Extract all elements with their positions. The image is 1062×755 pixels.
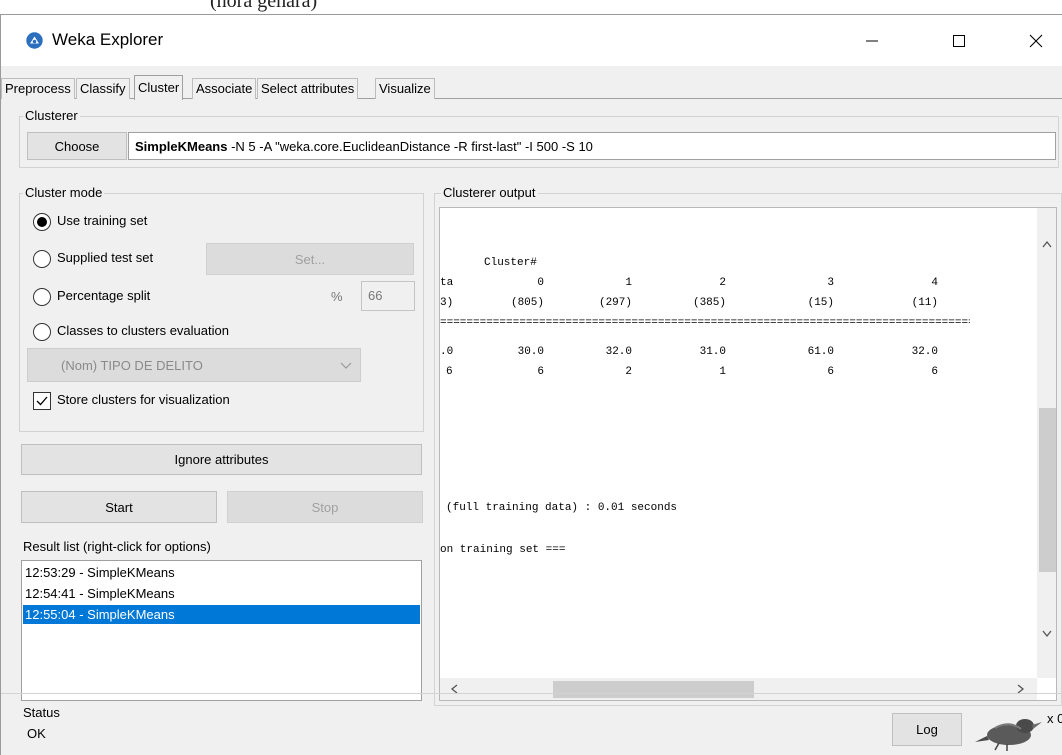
clusterer-config-text: SimpleKMeans -N 5 -A "weka.core.Euclidea… [135, 139, 593, 154]
cluster-mode-group-label: Cluster mode [23, 185, 105, 200]
result-list[interactable]: 12:53:29 - SimpleKMeans 12:54:41 - Simpl… [21, 560, 422, 701]
close-button[interactable] [1013, 15, 1059, 66]
row-label-size: 3) [440, 297, 454, 309]
cluster-value: 6 [827, 366, 834, 378]
cluster-value: 31.0 [699, 346, 726, 358]
caption-text: (hora gehara) [210, 0, 318, 12]
result-list-label: Result list (right-click for options) [23, 539, 211, 554]
cluster-size: (11) [911, 297, 938, 309]
status-divider [1, 693, 1062, 694]
result-item[interactable]: 12:53:29 - SimpleKMeans [23, 563, 420, 582]
minimize-button[interactable] [849, 15, 895, 66]
cluster-id: 4 [931, 277, 938, 289]
radio-supplied-test-set[interactable] [33, 250, 51, 268]
store-clusters-checkbox[interactable] [33, 392, 51, 410]
row-value-label: 6 [446, 366, 453, 378]
horizontal-scroll-thumb[interactable] [553, 681, 754, 698]
label-percentage-split: Percentage split [57, 288, 151, 303]
horizontal-scrollbar[interactable] [440, 678, 1037, 700]
tab-classify[interactable]: Classify [76, 78, 130, 99]
minimize-icon [866, 40, 878, 41]
label-supplied-test-set: Supplied test set [57, 250, 154, 265]
cluster-value: 32.0 [605, 346, 632, 358]
tab-preprocess[interactable]: Preprocess [1, 78, 75, 99]
cluster-value: 2 [625, 366, 632, 378]
clusterer-options: -N 5 -A "weka.core.EuclideanDistance -R … [227, 139, 593, 154]
ignore-attributes-button[interactable]: Ignore attributes [21, 444, 422, 475]
tab-bar: Preprocess Classify Cluster Associate Se… [1, 75, 1062, 100]
class-attribute-dropdown[interactable]: (Nom) TIPO DE DELITO [27, 348, 361, 382]
set-test-set-button[interactable]: Set... [206, 243, 414, 275]
weka-app-icon [26, 32, 43, 49]
cluster-value: 1 [719, 366, 726, 378]
radio-classes-to-clusters[interactable] [33, 323, 51, 341]
choose-button[interactable]: Choose [27, 132, 127, 160]
label-use-training-set: Use training set [57, 213, 148, 228]
status-message: OK [27, 726, 46, 741]
memory-counter: x 0 [1047, 711, 1062, 726]
cluster-value: 30.0 [517, 346, 544, 358]
chevron-down-icon [340, 362, 352, 369]
cluster-value: 61.0 [807, 346, 834, 358]
cluster-value: 32.0 [911, 346, 938, 358]
close-icon [1029, 34, 1043, 47]
cluster-id: 1 [625, 277, 632, 289]
title-bar: Weka Explorer [1, 15, 1062, 66]
scroll-down-icon[interactable] [1042, 630, 1052, 638]
weka-bird-icon [975, 719, 1042, 751]
clusterer-group-label: Clusterer [23, 108, 80, 123]
cluster-size: (15) [807, 297, 834, 309]
log-button[interactable]: Log [892, 713, 962, 746]
clusterer-output-text[interactable]: Cluster# ta 3) 0 1 2 3 4 (805) (297) (38… [439, 207, 1057, 701]
checkmark-icon [36, 396, 48, 406]
caption-strip: (hora gehara) [0, 0, 1062, 14]
radio-use-training-set[interactable] [33, 213, 51, 231]
tab-select-attributes[interactable]: Select attributes [257, 78, 359, 99]
vertical-scrollbar[interactable] [1037, 208, 1056, 678]
cluster-size: (297) [598, 297, 632, 309]
cluster-size: (805) [510, 297, 544, 309]
maximize-button[interactable] [936, 15, 982, 66]
label-classes-to-clusters: Classes to clusters evaluation [57, 323, 229, 338]
weka-explorer-window: Weka Explorer Preprocess Classify Cluste… [0, 14, 1062, 755]
vertical-scroll-thumb[interactable] [1039, 408, 1056, 572]
clusterer-config-field[interactable]: SimpleKMeans -N 5 -A "weka.core.Euclidea… [128, 132, 1056, 160]
result-item-selected[interactable]: 12:55:04 - SimpleKMeans [23, 605, 420, 624]
cluster-id: 2 [719, 277, 726, 289]
tab-cluster[interactable]: Cluster [134, 75, 184, 100]
row-value-label: .0 [440, 346, 454, 358]
start-button[interactable]: Start [21, 491, 217, 523]
percentage-split-input[interactable]: 66 [361, 281, 415, 311]
timing-line: (full training data) : 0.01 seconds [446, 502, 678, 514]
row-label-attr: ta [440, 277, 454, 289]
output-separator: ========================================… [440, 317, 970, 329]
stop-button[interactable]: Stop [227, 491, 423, 523]
clusterer-output-label: Clusterer output [441, 185, 538, 200]
cluster-id: 3 [827, 277, 834, 289]
cluster-header: Cluster# [484, 257, 537, 269]
window-title: Weka Explorer [52, 30, 164, 49]
tab-visualize[interactable]: Visualize [375, 78, 435, 99]
radio-percentage-split[interactable] [33, 288, 51, 306]
cluster-value: 6 [931, 366, 938, 378]
status-label: Status [23, 705, 60, 720]
maximize-icon [953, 34, 965, 47]
label-store-clusters: Store clusters for visualization [57, 392, 230, 407]
cluster-id: 0 [537, 277, 544, 289]
class-attribute-value: (Nom) TIPO DE DELITO [61, 358, 203, 373]
evaluation-line: on training set === [440, 544, 566, 556]
clusterer-name: SimpleKMeans [135, 139, 228, 154]
cluster-size: (385) [692, 297, 726, 309]
percent-symbol: % [331, 289, 343, 304]
scroll-up-icon[interactable] [1042, 240, 1052, 248]
tab-associate[interactable]: Associate [192, 78, 257, 99]
result-item[interactable]: 12:54:41 - SimpleKMeans [23, 584, 420, 603]
cluster-value: 6 [537, 366, 544, 378]
